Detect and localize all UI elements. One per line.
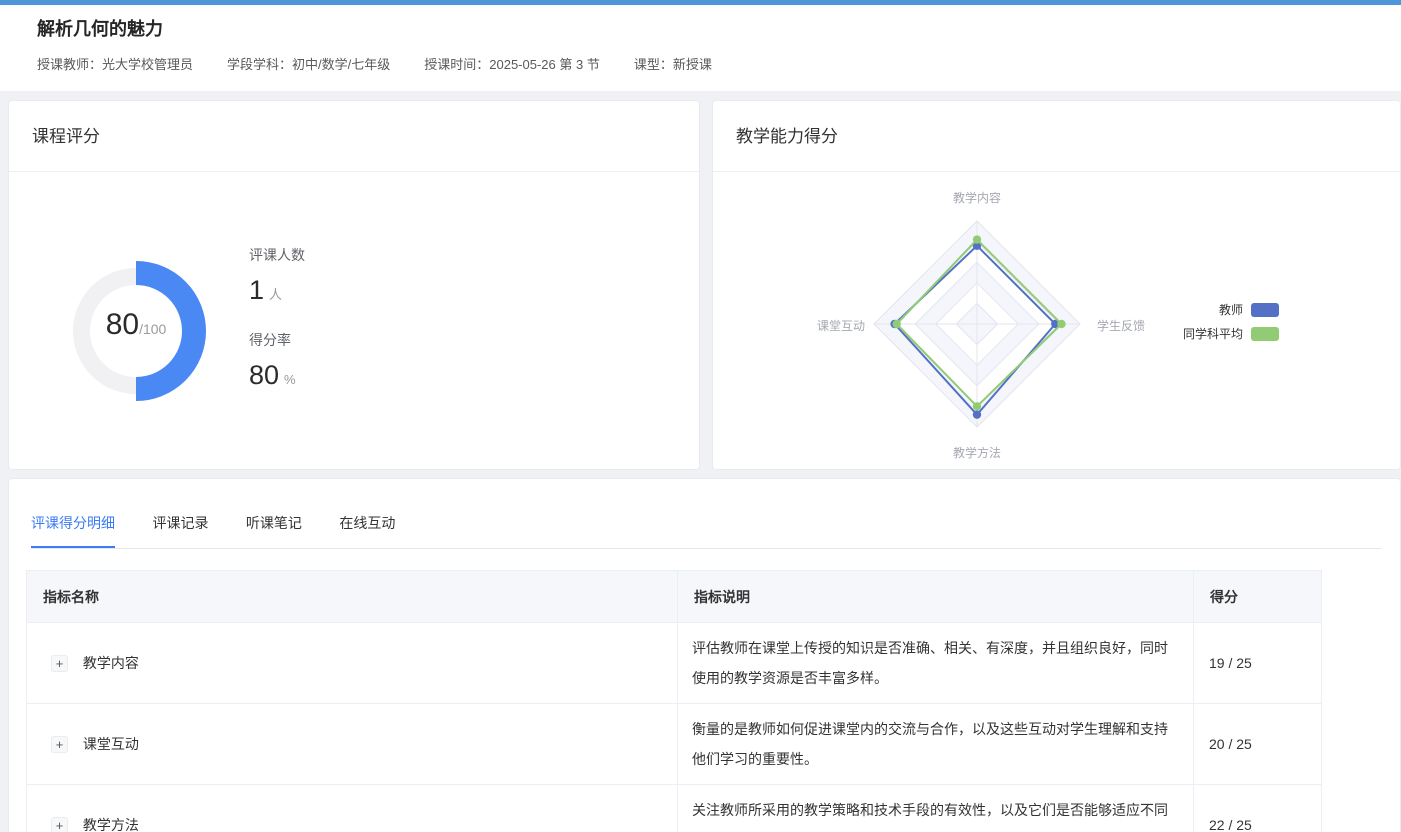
indicator-desc: 衡量的是教师如何促进课堂内的交流与合作，以及这些互动对学生理解和支持他们学习的重… xyxy=(678,704,1194,785)
donut-denominator: /100 xyxy=(139,321,166,337)
table-row: + 课堂互动 衡量的是教师如何促进课堂内的交流与合作，以及这些互动对学生理解和支… xyxy=(27,704,1322,785)
teaching-ability-card: 教学能力得分 教学内容 学生反馈 教学方法 课堂互动 教师 同学科平均 xyxy=(712,100,1401,470)
expand-icon[interactable]: + xyxy=(51,655,68,672)
indicator-desc: 关注教师所采用的教学策略和技术手段的有效性，以及它们是否能够适应不同的学习风格和… xyxy=(678,785,1194,832)
tab-score-detail[interactable]: 评课得分明细 xyxy=(31,513,115,548)
legend-subject-average-label: 同学科平均 xyxy=(1183,325,1243,342)
radar-axis-teaching-method: 教学方法 xyxy=(953,444,1001,461)
course-meta-row: 授课教师：光大学校管理员 学段学科：初中/数学/七年级 授课时间：2025-05… xyxy=(37,54,712,73)
reviewer-count-label: 评课人数 xyxy=(249,245,305,265)
radar-legend: 教师 同学科平均 xyxy=(1183,301,1279,349)
indicator-name: 教学内容 xyxy=(83,655,139,671)
radar-axis-class-interaction: 课堂互动 xyxy=(817,317,865,334)
table-row: + 教学方法 关注教师所采用的教学策略和技术手段的有效性，以及它们是否能够适应不… xyxy=(27,785,1322,832)
meta-course-type: 课型：新授课 xyxy=(634,54,712,73)
legend-item-teacher[interactable]: 教师 xyxy=(1183,301,1279,318)
indicator-score: 22 / 25 xyxy=(1194,785,1322,832)
donut-score: 80 xyxy=(106,308,139,341)
meta-grade-subject: 学段学科：初中/数学/七年级 xyxy=(227,54,390,73)
legend-teacher-label: 教师 xyxy=(1219,301,1243,318)
legend-item-subject-average[interactable]: 同学科平均 xyxy=(1183,325,1279,342)
indicator-name: 课堂互动 xyxy=(83,736,139,752)
score-rate-unit: % xyxy=(284,372,296,387)
meta-time: 授课时间：2025-05-26 第 3 节 xyxy=(424,54,600,73)
meta-teacher: 授课教师：光大学校管理员 xyxy=(37,54,193,73)
header-score: 得分 xyxy=(1194,571,1322,623)
indicator-desc: 评估教师在课堂上传授的知识是否准确、相关、有深度，并且组织良好，同时使用的教学资… xyxy=(678,623,1194,704)
legend-subject-average-marker[interactable] xyxy=(1251,327,1279,341)
tab-review-records[interactable]: 评课记录 xyxy=(152,513,208,548)
legend-teacher-marker[interactable] xyxy=(1251,303,1279,317)
score-rate-value: 80 xyxy=(249,360,279,390)
indicator-score: 20 / 25 xyxy=(1194,704,1322,785)
radar-axis-student-feedback: 学生反馈 xyxy=(1097,317,1145,334)
reviewer-count-unit: 人 xyxy=(269,287,282,302)
teaching-ability-card-title: 教学能力得分 xyxy=(713,101,1400,172)
page-header: 解析几何的魅力 授课教师：光大学校管理员 学段学科：初中/数学/七年级 授课时间… xyxy=(0,5,1401,91)
page-title: 解析几何的魅力 xyxy=(37,15,163,41)
header-indicator-desc: 指标说明 xyxy=(678,571,1194,623)
detail-card: 评课得分明细 评课记录 听课笔记 在线互动 指标名称 指标说明 得分 + 教学内… xyxy=(8,478,1401,832)
tab-online-interaction[interactable]: 在线互动 xyxy=(339,513,395,548)
score-detail-table: 指标名称 指标说明 得分 + 教学内容 评估教师在课堂上传授的知识是否准确、相关… xyxy=(26,570,1322,832)
course-score-card-title: 课程评分 xyxy=(9,101,699,172)
indicator-name: 教学方法 xyxy=(83,817,139,832)
donut-center-label: 80/100 xyxy=(61,308,211,342)
indicator-score: 19 / 25 xyxy=(1194,623,1322,704)
expand-icon[interactable]: + xyxy=(51,817,68,832)
header-indicator-name: 指标名称 xyxy=(27,571,678,623)
reviewer-count-value: 1 xyxy=(249,275,264,305)
course-score-card: 课程评分 80/100 评课人数 1人 得分率 80% xyxy=(8,100,700,470)
score-stats: 评课人数 1人 得分率 80% xyxy=(249,245,305,415)
table-row: + 教学内容 评估教师在课堂上传授的知识是否准确、相关、有深度，并且组织良好，同… xyxy=(27,623,1322,704)
expand-icon[interactable]: + xyxy=(51,736,68,753)
tab-bar: 评课得分明细 评课记录 听课笔记 在线互动 xyxy=(31,479,1382,549)
radar-axis-teaching-content: 教学内容 xyxy=(953,189,1001,206)
tab-lesson-notes[interactable]: 听课笔记 xyxy=(246,513,302,548)
score-rate-label: 得分率 xyxy=(249,330,305,350)
table-header-row: 指标名称 指标说明 得分 xyxy=(27,571,1322,623)
